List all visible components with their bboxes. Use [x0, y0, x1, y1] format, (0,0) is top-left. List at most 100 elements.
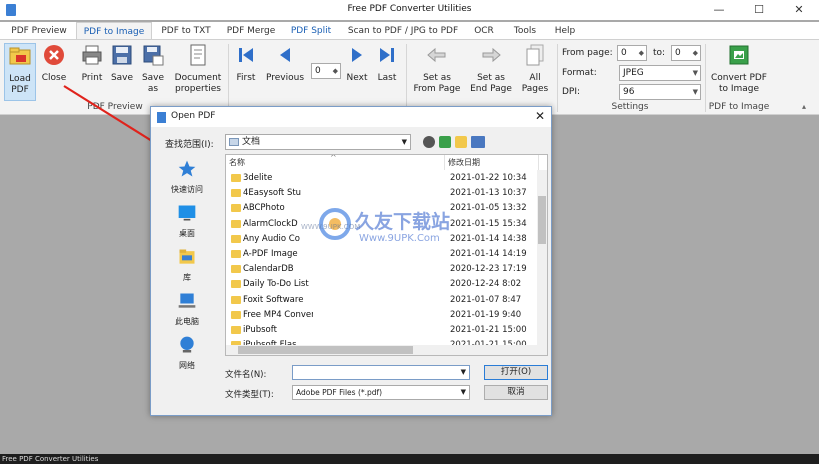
tab-pdf-to-txt[interactable]: PDF to TXT — [156, 22, 216, 40]
chevron-down-icon[interactable]: ▼ — [402, 135, 407, 149]
document-properties-icon — [190, 44, 206, 66]
file-list[interactable]: 名称 ^ 修改日期 3delite 2021-01-22 10:34 4Easyso… — [225, 154, 548, 356]
file-row[interactable]: iPubsoft 2021-01-21 15:00 — [226, 323, 536, 338]
minimize-button[interactable]: — — [699, 0, 739, 20]
tab-ocr[interactable]: OCR — [468, 22, 500, 40]
file-row[interactable]: CalendarDB 2020-12-23 17:19 — [226, 262, 536, 277]
dpi-select[interactable]: 96 ▼ — [619, 84, 701, 100]
tab-tools[interactable]: Tools — [508, 22, 542, 40]
filetype-value: Adobe PDF Files (*.pdf) — [296, 388, 383, 397]
printer-icon — [82, 45, 102, 65]
previous-page-button[interactable]: Previous — [265, 43, 305, 84]
page-number-value: 0 — [315, 66, 321, 76]
chevron-down-icon[interactable]: ▼ — [693, 66, 698, 80]
sort-indicator-icon: ^ — [330, 154, 337, 162]
spinner-icon[interactable]: ◆ — [693, 46, 698, 60]
file-date: 2021-01-05 13:32 — [450, 203, 527, 214]
folder-icon — [231, 295, 241, 304]
next-label: Next — [346, 73, 368, 83]
horizontal-scrollbar[interactable] — [226, 345, 547, 355]
to-label: to: — [653, 48, 666, 58]
tab-pdf-to-image[interactable]: PDF to Image — [76, 22, 152, 40]
look-in-value: 文档 — [242, 137, 261, 147]
view-menu-icon[interactable] — [471, 136, 485, 148]
maximize-button[interactable]: ☐ — [739, 0, 779, 20]
file-row[interactable]: Foxit Software 2021-01-07 8:47 — [226, 293, 536, 308]
place-quick-access[interactable]: 快速访问 — [165, 159, 209, 195]
load-pdf-button[interactable]: Load PDF — [4, 43, 36, 101]
network-icon — [180, 336, 194, 353]
file-name: iPubsoft — [243, 325, 277, 335]
load-label-2: PDF — [11, 85, 29, 95]
tab-pdf-merge[interactable]: PDF Merge — [222, 22, 280, 40]
ribbon-collapse-icon[interactable]: ▴ — [802, 102, 806, 111]
all-pages-button[interactable]: All Pages — [518, 43, 552, 95]
last-page-button[interactable]: Last — [374, 43, 400, 84]
folder-icon — [231, 174, 241, 182]
chevron-down-icon[interactable]: ▼ — [693, 85, 698, 99]
desktop-icon — [178, 205, 196, 221]
place-network[interactable]: 网络 — [165, 335, 209, 371]
close-button[interactable]: ✕ — [779, 0, 819, 20]
group-separator — [557, 44, 558, 112]
set-end-label-1: Set as — [477, 73, 505, 83]
look-in-select[interactable]: 文档 ▼ — [225, 134, 411, 150]
spinner-icon[interactable]: ◆ — [639, 46, 644, 60]
dialog-close-button[interactable]: ✕ — [535, 109, 545, 123]
from-page-label: From page: — [562, 48, 613, 58]
new-folder-icon[interactable] — [455, 136, 467, 148]
tab-help[interactable]: Help — [550, 22, 580, 40]
all-pages-label-1: All — [529, 73, 541, 83]
file-row[interactable]: Daily To-Do List 2020-12-24 8:02 — [226, 277, 536, 292]
convert-pdf-to-image-button[interactable]: Convert PDF to Image — [708, 43, 770, 95]
file-row[interactable]: 4Easysoft Stu 2021-01-13 10:37 — [226, 186, 536, 201]
cancel-button[interactable]: 取消 — [484, 385, 548, 400]
folder-open-icon — [9, 47, 31, 65]
first-page-button[interactable]: First — [233, 43, 259, 84]
to-page-field[interactable]: 0 ◆ — [671, 45, 701, 61]
filetype-select[interactable]: Adobe PDF Files (*.pdf) ▼ — [292, 385, 470, 400]
format-select[interactable]: JPEG ▼ — [619, 65, 701, 81]
tab-pdf-split[interactable]: PDF Split — [285, 22, 337, 40]
column-header-date[interactable]: 修改日期 — [445, 155, 539, 170]
close-circle-icon — [44, 45, 64, 65]
set-from-page-icon — [427, 47, 446, 63]
place-label: 此电脑 — [175, 317, 199, 326]
place-library[interactable]: 库 — [165, 247, 209, 283]
star-icon — [178, 160, 196, 177]
place-desktop[interactable]: 桌面 — [165, 203, 209, 239]
save-button[interactable]: Save — [108, 43, 136, 84]
place-label: 网络 — [179, 361, 195, 370]
tab-pdf-preview[interactable]: PDF Preview — [6, 22, 72, 40]
from-page-field[interactable]: 0 ◆ — [617, 45, 647, 61]
file-row[interactable]: Free MP4 Convert Wizard 2021-01-19 9:40 — [226, 308, 536, 323]
all-pages-label-2: Pages — [521, 84, 549, 94]
file-name: A-PDF Image — [243, 249, 298, 259]
page-number-field[interactable]: 0 ◆ — [311, 63, 341, 79]
tab-scan-to-pdf[interactable]: Scan to PDF / JPG to PDF — [344, 22, 462, 40]
file-date: 2020-12-24 8:02 — [450, 279, 522, 290]
vertical-scrollbar[interactable] — [537, 170, 547, 345]
file-row[interactable]: 3delite 2021-01-22 10:34 — [226, 171, 536, 186]
spinner-icon[interactable]: ◆ — [333, 64, 338, 78]
chevron-down-icon[interactable]: ▼ — [461, 386, 466, 399]
place-this-pc[interactable]: 此电脑 — [165, 291, 209, 327]
filename-input[interactable]: ▼ — [292, 365, 470, 380]
chevron-down-icon[interactable]: ▼ — [461, 366, 466, 379]
next-page-button[interactable]: Next — [345, 43, 369, 84]
folder-icon — [231, 204, 241, 213]
up-folder-icon[interactable] — [439, 136, 451, 148]
horizontal-scroll-thumb[interactable] — [238, 346, 413, 354]
open-button[interactable]: 打开(O) — [484, 365, 548, 380]
close-pdf-button[interactable]: Close — [38, 43, 70, 84]
folder-icon — [231, 310, 241, 319]
back-icon[interactable] — [423, 136, 435, 148]
file-name: Free MP4 Convert Wizard — [243, 309, 313, 320]
set-end-page-button[interactable]: Set as End Page — [468, 43, 514, 95]
documents-folder-icon — [229, 138, 239, 146]
print-button[interactable]: Print — [78, 43, 106, 84]
group-separator — [228, 44, 229, 112]
set-from-page-button[interactable]: Set as From Page — [411, 43, 463, 95]
file-row[interactable]: A-PDF Image 2021-01-14 14:19 — [226, 247, 536, 262]
vertical-scroll-thumb[interactable] — [538, 196, 546, 244]
